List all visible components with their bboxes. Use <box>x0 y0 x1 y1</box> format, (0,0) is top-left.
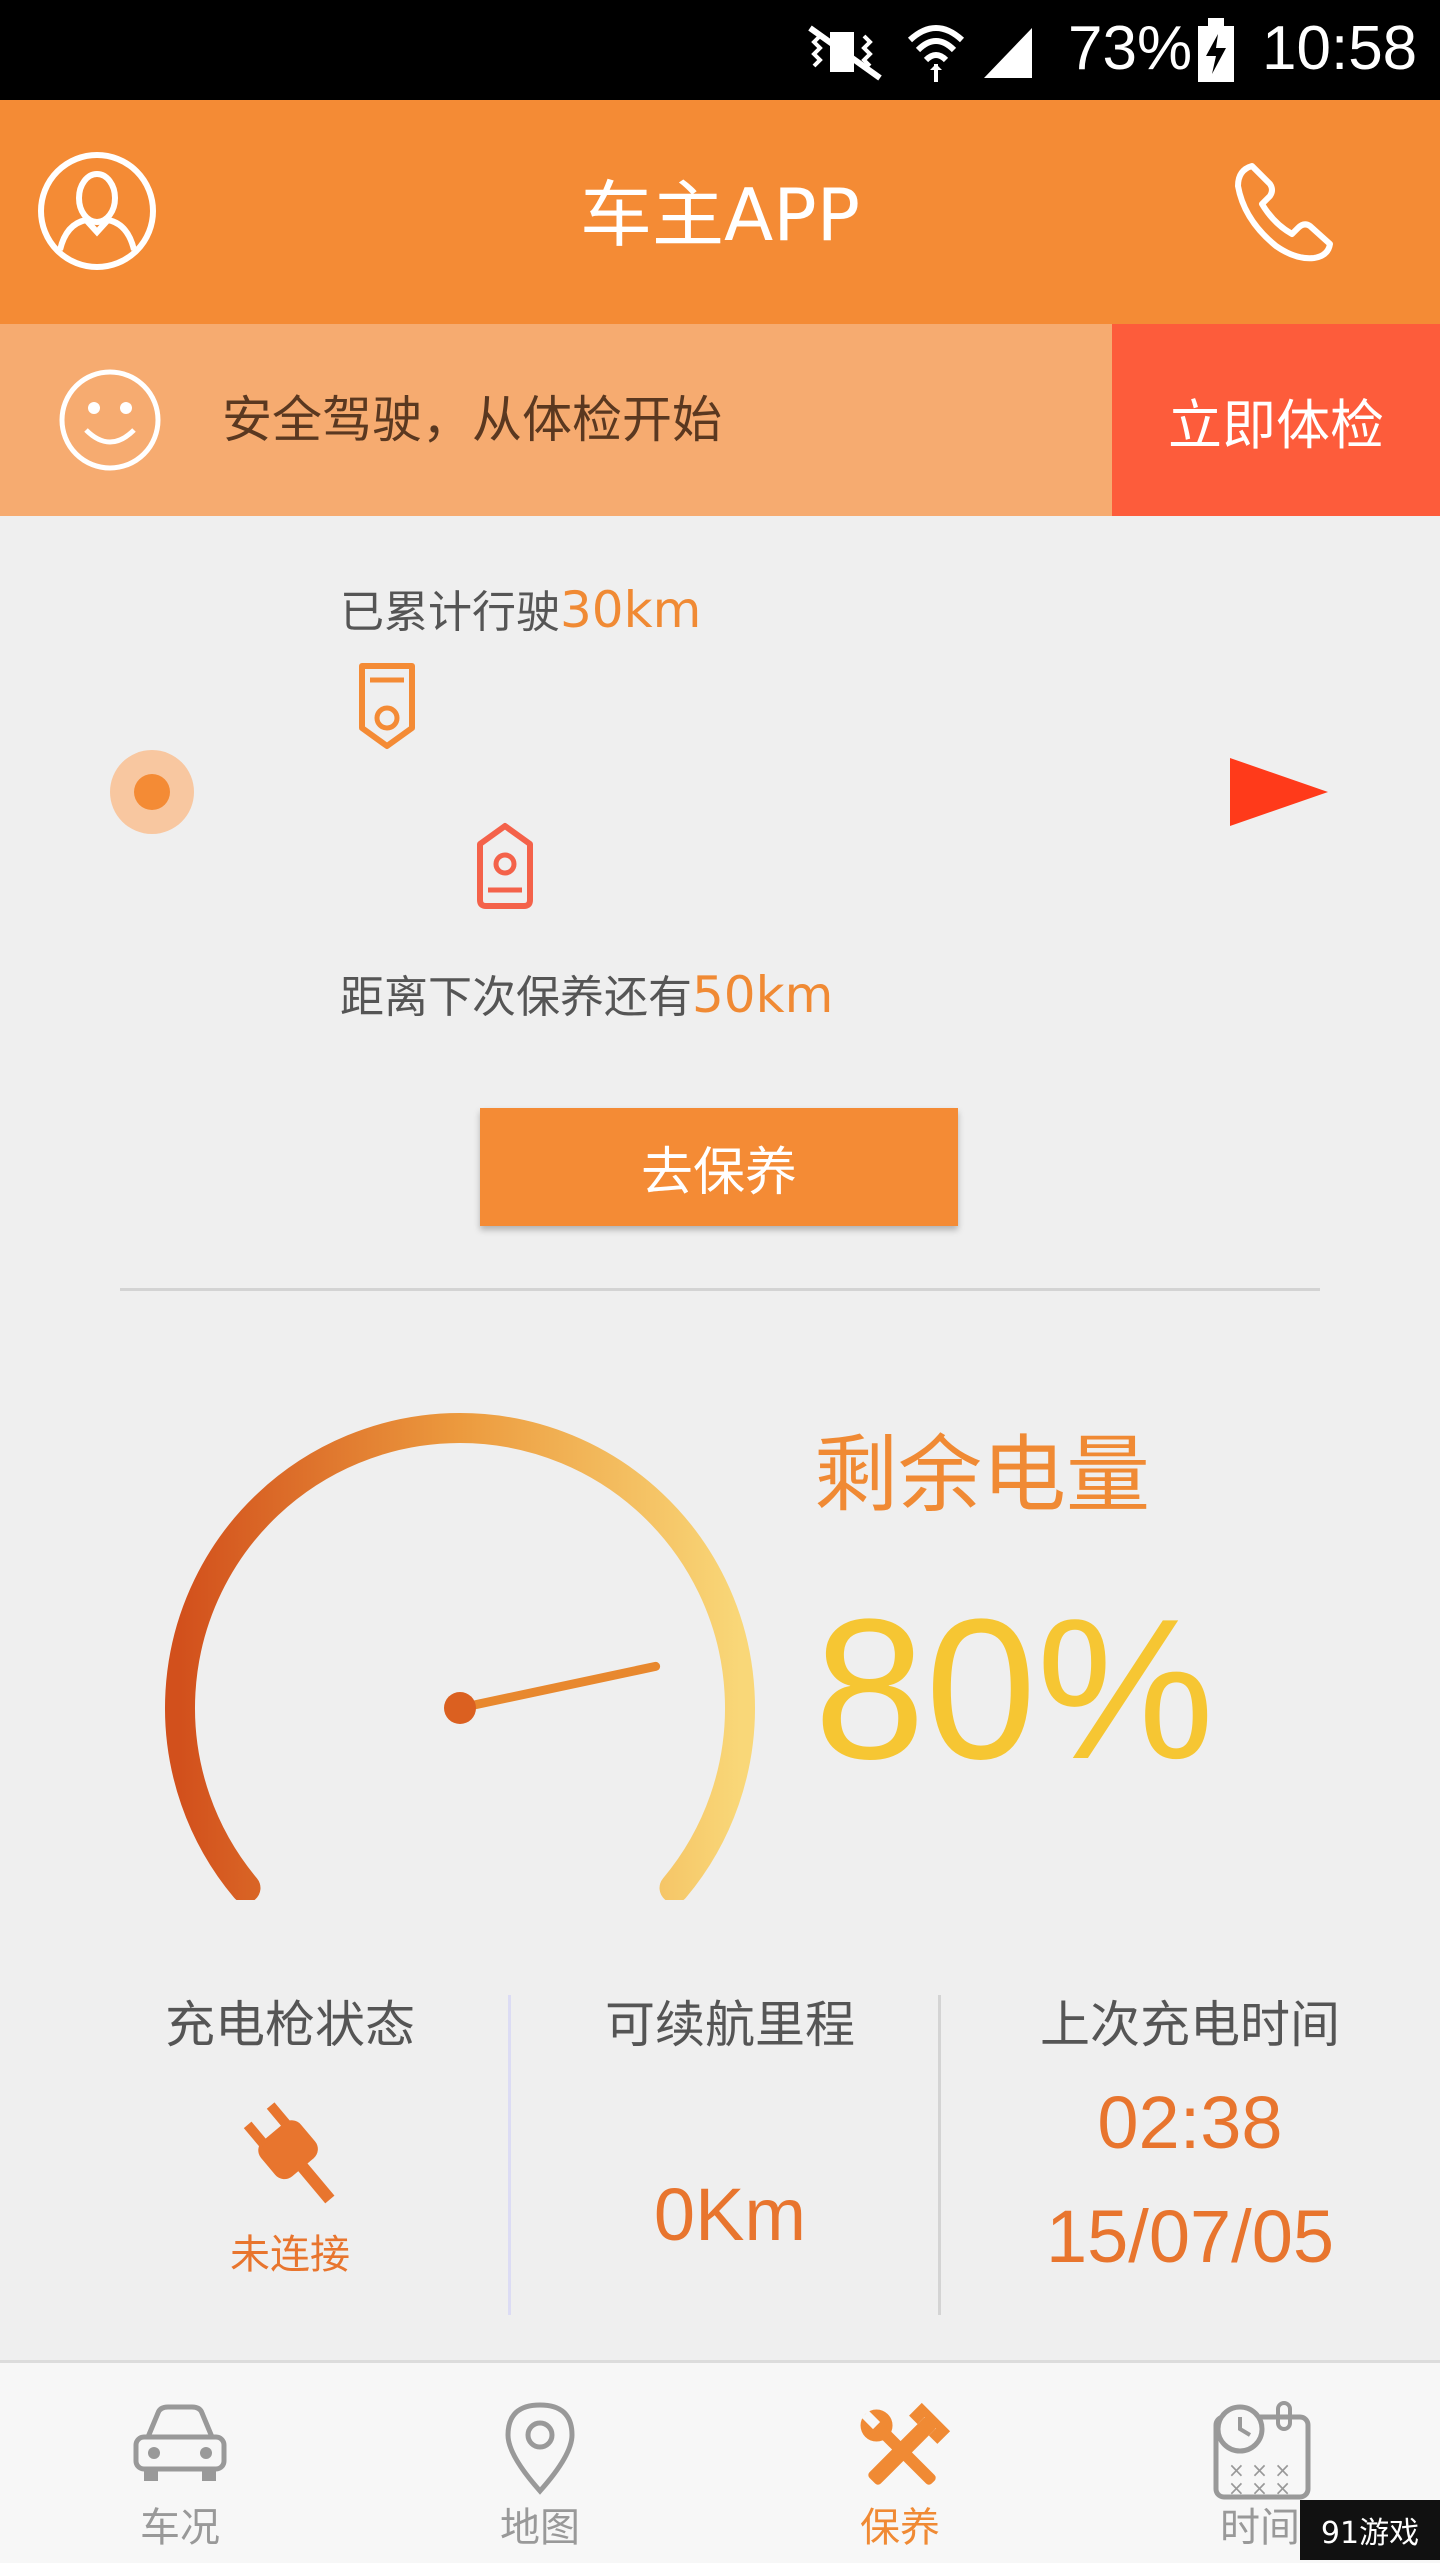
battery-value: 80% <box>814 1578 1215 1801</box>
stat-separator <box>508 1995 511 2315</box>
driven-marker-icon <box>359 663 415 749</box>
tools-icon <box>860 2402 951 2485</box>
nav-item-map[interactable]: 地图 <box>360 2363 720 2563</box>
calendar-icon: × × × × × × <box>1213 2401 1311 2500</box>
go-maintenance-button[interactable]: 去保养 <box>480 1108 958 1226</box>
battery-charging-icon <box>1198 18 1234 82</box>
page-title: 车主APP <box>579 173 861 257</box>
start-point <box>134 774 170 810</box>
mileage-next: 距离下次保养还有50km <box>340 966 834 1024</box>
vibrate-icon <box>808 25 882 81</box>
battery-gauge <box>165 1413 755 1900</box>
svg-text:× × ×: × × × <box>1228 2476 1291 2500</box>
wifi-icon <box>907 25 965 82</box>
nav-item-maintenance[interactable]: 保养 <box>720 2363 1080 2563</box>
last-charge-date: 15/07/05 <box>1045 2195 1335 2278</box>
range-card: 可续航里程 0Km <box>520 1990 940 2260</box>
charger-status-label: 充电枪状态 <box>165 1996 415 2054</box>
gauge-hub <box>444 1692 476 1724</box>
last-charge-time: 02:38 <box>1097 2081 1283 2164</box>
plug-icon <box>243 2102 335 2204</box>
phone-icon[interactable] <box>1230 156 1340 266</box>
signal-icon <box>984 28 1032 78</box>
nav-item-car-status[interactable]: 车况 <box>0 2363 360 2563</box>
checkup-banner: 安全驾驶，从体检开始 立即体检 <box>0 324 1440 516</box>
watermark: 91游戏 <box>1300 2500 1440 2560</box>
battery-percent: 73% <box>1068 14 1193 83</box>
mileage-next-value: 50km <box>692 966 834 1024</box>
smiley-icon <box>59 369 161 471</box>
nav-label: 车况 <box>140 2505 220 2551</box>
charger-status-card: 充电枪状态 未连接 <box>60 1990 520 2280</box>
bottom-nav: 车况 地图 保养 × × × × × × 时间 <box>0 2360 1440 2563</box>
stat-separator <box>938 1995 941 2315</box>
battery-title: 剩余电量 <box>814 1426 1151 1524</box>
map-pin-icon <box>505 2402 575 2495</box>
checkup-button[interactable]: 立即体检 <box>1112 324 1440 516</box>
gauge-needle <box>455 1661 661 1713</box>
banner-text: 安全驾驶，从体检开始 <box>222 391 722 449</box>
gauge-arc <box>165 1413 755 1900</box>
range-value: 0Km <box>653 2173 807 2256</box>
mileage-driven: 已累计行驶30km <box>340 581 702 639</box>
range-label: 可续航里程 <box>605 1996 855 2054</box>
status-bar: 73% 10:58 <box>0 0 1440 100</box>
last-charge-label: 上次充电时间 <box>1040 1996 1340 2054</box>
arrow-head-icon <box>1230 758 1328 826</box>
maintenance-marker-icon <box>477 823 533 909</box>
mileage-driven-value: 30km <box>560 581 702 639</box>
nav-label: 保养 <box>860 2505 940 2551</box>
mileage-progress-track <box>110 663 1328 909</box>
charger-status-value: 未连接 <box>230 2232 350 2278</box>
section-divider <box>120 1288 1320 1291</box>
last-charge-card: 上次充电时间 02:38 15/07/05 <box>950 1990 1430 2292</box>
car-icon <box>133 2404 227 2481</box>
app-bar: 车主APP <box>0 100 1440 324</box>
status-time: 10:58 <box>1262 14 1418 83</box>
nav-label: 地图 <box>500 2505 580 2551</box>
